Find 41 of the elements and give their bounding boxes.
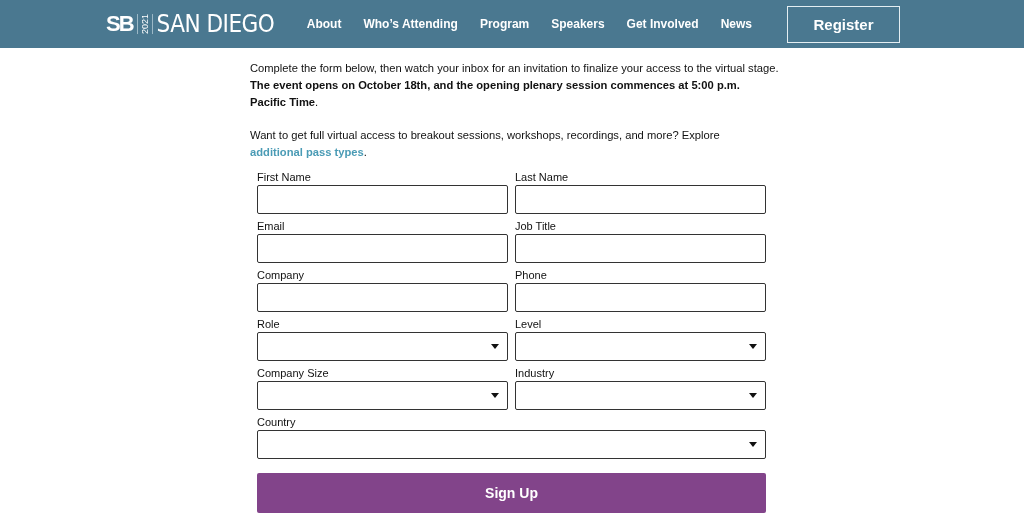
dropdown-field[interactable]: [515, 381, 766, 410]
input-field[interactable]: [515, 234, 766, 263]
logo-year: 2021: [136, 14, 153, 34]
field-label: Last Name: [515, 171, 570, 183]
field-label: First Name: [257, 171, 312, 183]
caret-icon: [491, 393, 499, 398]
field-label: Job Title: [515, 220, 557, 232]
field-label: Level: [515, 318, 543, 330]
field-label: Phone: [515, 269, 548, 281]
explore-paragraph: Want to get full virtual access to breakout sessions, workshops, recordings, and more? Explore additional pass types.: [250, 128, 721, 160]
input-field[interactable]: [257, 185, 508, 214]
field-label: Role: [257, 318, 281, 330]
nav-link[interactable]: News: [720, 17, 752, 31]
field-label: Company Size: [257, 367, 330, 379]
nav-link[interactable]: About: [306, 17, 342, 31]
caret-icon: [491, 344, 499, 349]
dropdown-field[interactable]: [257, 430, 766, 459]
field-label: Email: [257, 220, 286, 232]
field-label: Company: [257, 269, 306, 281]
input-field[interactable]: [257, 234, 508, 263]
pass-types-link[interactable]: additional pass types: [250, 146, 364, 158]
intro-paragraph: Complete the form below, then watch your inbox for an invitation to finalize your access to the virtual stage. The event opens on October 18th, and the opening plenary session commences at 5:00 p.m. Pacific Time.: [250, 61, 779, 110]
input-field[interactable]: [257, 283, 508, 312]
dropdown-field[interactable]: [515, 332, 766, 361]
nav-link[interactable]: Program: [479, 17, 530, 31]
caret-icon: [749, 442, 757, 447]
sign-up-button[interactable]: Sign Up: [257, 473, 766, 513]
dropdown-field[interactable]: [257, 381, 508, 410]
caret-icon: [749, 344, 757, 349]
input-field[interactable]: [515, 283, 766, 312]
input-field[interactable]: [515, 185, 766, 214]
logo-city[interactable]: SAN DIEGO: [156, 10, 275, 38]
logo-mark[interactable]: SB: [106, 11, 133, 37]
field-label: Industry: [515, 367, 556, 379]
field-label: Country: [257, 416, 297, 428]
dropdown-field[interactable]: [257, 332, 508, 361]
nav-link[interactable]: Who’s Attending: [363, 17, 458, 31]
caret-icon: [749, 393, 757, 398]
nav-link[interactable]: Get Involved: [626, 17, 699, 31]
nav-link[interactable]: Speakers: [551, 17, 605, 31]
register-button[interactable]: Register: [787, 5, 900, 43]
